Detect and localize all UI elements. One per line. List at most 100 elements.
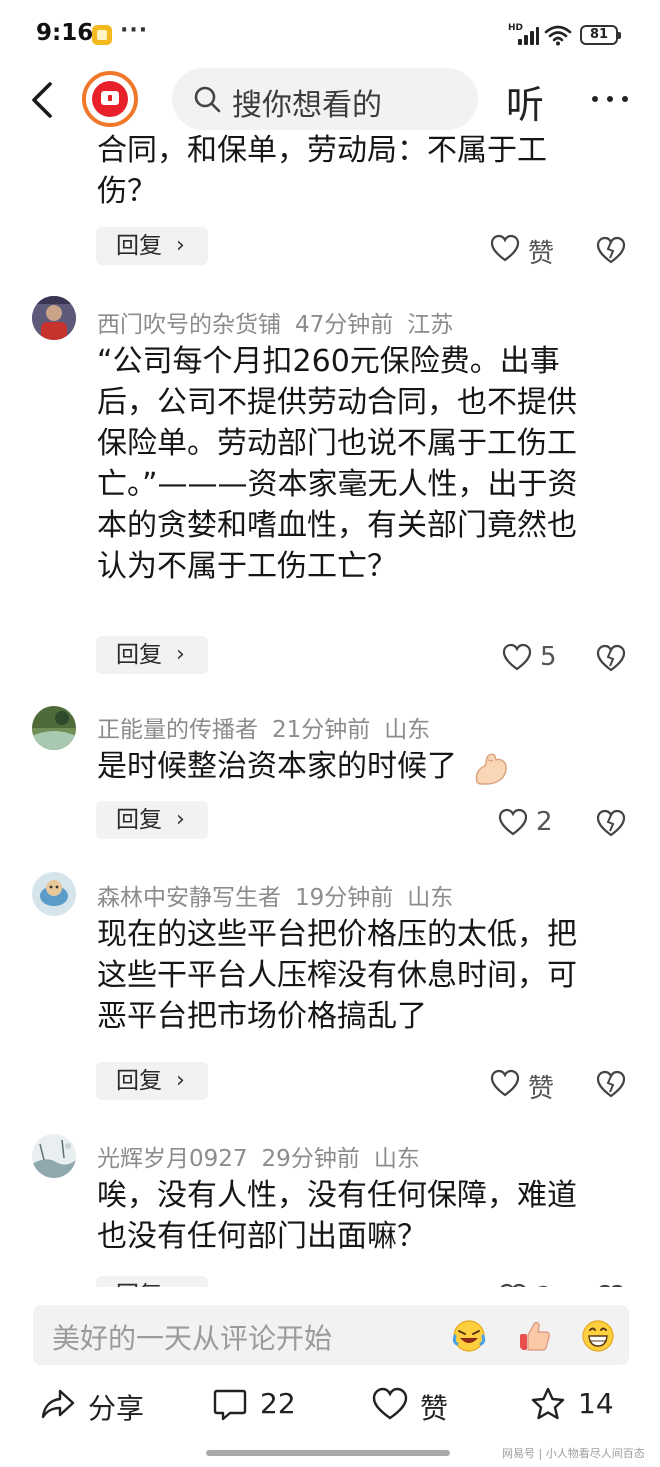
comment-placeholder: 美好的一天从评论开始 xyxy=(52,1322,333,1355)
top-nav-bar: 搜你想看的 听 xyxy=(0,68,660,132)
broken-heart-icon[interactable] xyxy=(596,1070,626,1098)
comment-text-line: 本的贪婪和嗜血性，有关部门竟然也 xyxy=(97,508,577,543)
signal-icon xyxy=(512,27,539,45)
like-label: 赞 xyxy=(420,1392,449,1425)
share-icon xyxy=(41,1389,75,1419)
comment-location: 山东 xyxy=(373,1146,420,1172)
status-more-indicator: ··· xyxy=(120,18,149,43)
reply-button[interactable]: 回复 › xyxy=(96,1276,208,1287)
comment-text-line: 后，公司不提供劳动合同，也不提供 xyxy=(97,385,577,420)
comment-text: 唉，没有人性，没有任何保障，难道 也没有任何部门出面嘛？ xyxy=(97,1175,633,1257)
reply-button[interactable]: 回复 › xyxy=(96,227,208,265)
comment-location: 山东 xyxy=(384,717,431,743)
reply-label: 回复 xyxy=(116,807,162,833)
status-time: 9:16 xyxy=(36,20,94,46)
heart-icon xyxy=(372,1387,408,1420)
chevron-right-icon: › xyxy=(176,1068,185,1093)
comment-text: 现在的这些平台把价格压的太低，把 这些干平台人压榨没有休息时间，可 恶平台把市场… xyxy=(97,914,633,1037)
comment-text-line: 是时候整治资本家的时候了 xyxy=(97,749,457,784)
bottom-action-bar: 分享 22 赞 14 xyxy=(0,1375,660,1435)
broken-heart-icon[interactable] xyxy=(596,809,626,837)
home-indicator[interactable] xyxy=(206,1450,450,1456)
comment-icon xyxy=(213,1389,247,1421)
search-placeholder: 搜你想看的 xyxy=(232,88,382,123)
comment-time: 29分钟前 xyxy=(261,1146,360,1172)
status-bar: 9:16 ··· HD 81 xyxy=(0,0,660,68)
more-options-icon[interactable] xyxy=(588,78,632,118)
reply-button[interactable]: 回复 › xyxy=(96,1062,208,1100)
comment-text-line: 认为不属于工伤工亡？ xyxy=(97,549,397,584)
thumbs-up-emoji-icon[interactable] xyxy=(516,1318,552,1354)
comment-text-line: 唉，没有人性，没有任何保障，难道 xyxy=(97,1178,577,1213)
reply-button[interactable]: 回复 › xyxy=(96,801,208,839)
reply-label: 回复 xyxy=(116,1282,162,1287)
reply-label: 回复 xyxy=(116,233,162,259)
listen-button[interactable]: 听 xyxy=(506,74,544,129)
heart-icon xyxy=(498,808,528,836)
comment-text-line: 合同，和保单，劳动局：不属于工 xyxy=(97,133,547,168)
broken-heart-icon[interactable] xyxy=(596,1284,626,1287)
comment-username[interactable]: 正能量的传播者 xyxy=(97,717,258,743)
avatar-image xyxy=(32,1134,76,1178)
broken-heart-icon[interactable] xyxy=(596,644,626,672)
user-avatar[interactable] xyxy=(32,706,76,750)
comment-time: 47分钟前 xyxy=(295,312,394,338)
comment-text-line: 保险单。劳动部门也说不属于工伤工 xyxy=(97,426,577,461)
broken-heart-icon[interactable] xyxy=(596,236,626,264)
avatar-image xyxy=(32,706,76,750)
comment-location: 山东 xyxy=(407,885,454,911)
flexed-biceps-icon xyxy=(475,753,507,785)
notification-app-icon xyxy=(92,25,112,45)
like-count: 赞 xyxy=(528,239,555,269)
chevron-right-icon: › xyxy=(176,1276,185,1287)
comment-meta: 森林中安静写生者 19分钟前 山东 xyxy=(97,878,453,912)
user-avatar[interactable] xyxy=(32,1134,76,1178)
comment-text-line: “公司每个月扣260元保险费。出事 xyxy=(97,344,560,379)
share-label: 分享 xyxy=(88,1392,145,1425)
search-box[interactable]: 搜你想看的 xyxy=(172,68,478,130)
comment-input[interactable]: 美好的一天从评论开始 xyxy=(33,1305,629,1365)
heart-icon xyxy=(490,234,520,262)
like-count: 2 xyxy=(536,1282,553,1287)
heart-icon xyxy=(490,1069,520,1097)
comment-text: “公司每个月扣260元保险费。出事 后，公司不提供劳动合同，也不提供 保险单。劳… xyxy=(97,341,633,587)
comment-text: 是时候整治资本家的时候了 xyxy=(97,746,633,788)
laughing-crying-emoji-icon[interactable] xyxy=(451,1318,487,1354)
comment-text-line: 恶平台把市场价格搞乱了 xyxy=(97,999,427,1034)
comment-text-line: 现在的这些平台把价格压的太低，把 xyxy=(97,917,577,952)
user-avatar[interactable] xyxy=(32,296,76,340)
comment-meta: 西门吹号的杂货铺 47分钟前 江苏 xyxy=(97,305,453,339)
heart-icon xyxy=(500,1283,526,1287)
chevron-right-icon: › xyxy=(176,642,185,667)
favorite-count: 14 xyxy=(578,1387,614,1420)
wifi-icon xyxy=(544,25,572,46)
search-icon xyxy=(194,86,221,113)
comment-count: 22 xyxy=(260,1387,296,1420)
reply-label: 回复 xyxy=(116,642,162,668)
comment-list[interactable]: 合同，和保单，劳动局：不属于工 伤？ 回复 › 赞 西门吹号的杂货铺 47分钟前江… xyxy=(0,132,660,1287)
comment-text: 合同，和保单，劳动局：不属于工 伤？ xyxy=(97,132,633,212)
reply-button[interactable]: 回复 › xyxy=(96,636,208,674)
battery-indicator: 81 xyxy=(580,25,621,45)
comment-text-line: 亡。”———资本家毫无人性，出于资 xyxy=(97,467,578,502)
chevron-right-icon: › xyxy=(176,233,185,258)
like-count: 2 xyxy=(536,807,553,837)
comment-username[interactable]: 森林中安静写生者 xyxy=(97,885,281,911)
comment-text-line: 这些干平台人压榨没有休息时间，可 xyxy=(97,958,577,993)
comment-text-line: 伤？ xyxy=(97,174,157,209)
star-icon xyxy=(531,1387,565,1420)
comment-time: 19分钟前 xyxy=(295,885,394,911)
comment-username[interactable]: 西门吹号的杂货铺 xyxy=(97,312,281,338)
netease-logo-icon xyxy=(92,81,128,117)
grinning-emoji-icon[interactable] xyxy=(580,1318,616,1354)
chevron-right-icon: › xyxy=(176,807,185,832)
comment-location: 江苏 xyxy=(407,312,454,338)
comment-username[interactable]: 光辉岁月0927 xyxy=(97,1146,248,1172)
app-logo-button[interactable] xyxy=(82,71,138,127)
comment-meta: 正能量的传播者 21分钟前 山东 xyxy=(97,710,430,744)
back-arrow-icon[interactable] xyxy=(22,76,66,124)
comment-meta: 光辉岁月0927 29分钟前 山东 xyxy=(97,1139,420,1173)
user-avatar[interactable] xyxy=(32,872,76,916)
like-count: 5 xyxy=(540,642,557,672)
avatar-image xyxy=(32,872,76,916)
